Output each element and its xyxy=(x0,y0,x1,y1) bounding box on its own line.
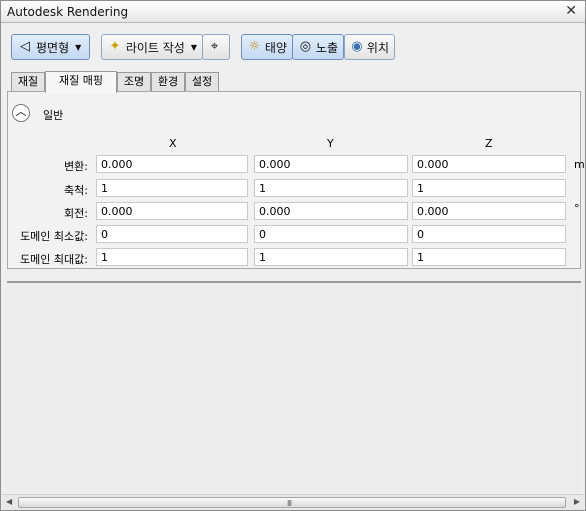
translation-x-field[interactable]: 0.000 xyxy=(96,155,248,173)
domain-min-label: 도메인 최소값: xyxy=(20,230,88,243)
location-button[interactable]: ◉ 위치 xyxy=(344,34,395,60)
translation-label: 변환: xyxy=(64,160,88,173)
scale-label: 축척: xyxy=(64,184,88,197)
tab-environment[interactable]: 환경 xyxy=(151,72,185,92)
rendering-window: Autodesk Rendering ✕ ◁ 평면형 ▼ ✦ 라이트 작성 ▼ … xyxy=(0,0,586,511)
tab-material[interactable]: 재질 xyxy=(11,72,45,92)
plane-label: 평면형 xyxy=(36,40,70,55)
translation-z-field[interactable]: 0.000 xyxy=(412,155,566,173)
globe-icon: ◉ xyxy=(351,39,363,54)
sun-label: 태양 xyxy=(264,40,287,55)
window-title: Autodesk Rendering xyxy=(7,5,129,19)
crosshair-icon: ⌖ xyxy=(210,39,219,54)
scroll-right-icon[interactable]: ▶ xyxy=(574,497,580,506)
scale-x-field[interactable]: 1 xyxy=(96,179,248,197)
empty-content-area xyxy=(7,281,581,493)
rotation-y-field[interactable]: 0.000 xyxy=(254,202,408,220)
sun-icon: ☼ xyxy=(248,39,261,54)
scroll-left-icon[interactable]: ◀ xyxy=(6,497,12,506)
section-title: 일반 xyxy=(43,109,64,122)
title-bar: Autodesk Rendering ✕ xyxy=(1,1,585,23)
column-y-header: Y xyxy=(327,137,334,150)
translation-unit: m xyxy=(574,158,585,171)
domain-max-y-field[interactable]: 1 xyxy=(254,248,408,266)
scrollbar-thumb[interactable]: III xyxy=(18,497,566,508)
horizontal-scrollbar[interactable]: ◀ III ▶ xyxy=(2,494,584,510)
grip-icon: III xyxy=(287,499,292,508)
tab-lighting[interactable]: 조명 xyxy=(117,72,151,92)
lightbulb-icon: ✦ xyxy=(109,39,121,54)
domain-min-y-field[interactable]: 0 xyxy=(254,225,408,243)
column-x-header: X xyxy=(169,137,177,150)
location-label: 위치 xyxy=(366,40,389,55)
tab-settings[interactable]: 설정 xyxy=(185,72,219,92)
tab-material-mapping[interactable]: 재질 매핑 xyxy=(45,71,117,93)
column-z-header: Z xyxy=(485,137,493,150)
translation-y-field[interactable]: 0.000 xyxy=(254,155,408,173)
exposure-icon: ◎ xyxy=(299,39,312,54)
toolbar: ◁ 평면형 ▼ ✦ 라이트 작성 ▼ ⌖ ☼ 태양 ◎ 노출 ◉ 위치 xyxy=(1,24,585,68)
general-panel: ︿ 일반 X Y Z 변환: 0.000 0.000 0.000 m 축척: 1… xyxy=(7,91,585,269)
domain-min-x-field[interactable]: 0 xyxy=(96,225,248,243)
scale-z-field[interactable]: 1 xyxy=(412,179,566,197)
sun-toggle[interactable]: ☼ 태양 xyxy=(241,34,293,60)
exposure-button[interactable]: ◎ 노출 xyxy=(292,34,344,60)
exposure-label: 노출 xyxy=(315,40,338,55)
plane-type-dropdown[interactable]: ◁ 평면형 ▼ xyxy=(11,34,90,60)
domain-max-x-field[interactable]: 1 xyxy=(96,248,248,266)
chevron-down-icon: ▼ xyxy=(190,42,197,52)
create-light-label: 라이트 작성 xyxy=(125,40,185,55)
plane-icon: ◁ xyxy=(20,39,30,54)
rotation-unit: ° xyxy=(574,202,580,215)
domain-min-z-field[interactable]: 0 xyxy=(412,225,566,243)
domain-max-z-field[interactable]: 1 xyxy=(412,248,566,266)
collapse-icon[interactable]: ︿ xyxy=(12,104,30,122)
rotation-label: 회전: xyxy=(64,207,88,220)
domain-max-label: 도메인 최대값: xyxy=(20,253,88,266)
scale-y-field[interactable]: 1 xyxy=(254,179,408,197)
create-light-dropdown[interactable]: ✦ 라이트 작성 ▼ xyxy=(101,34,203,60)
light-target-button[interactable]: ⌖ xyxy=(202,34,230,60)
chevron-down-icon: ▼ xyxy=(75,42,82,52)
close-icon[interactable]: ✕ xyxy=(565,3,577,19)
rotation-z-field[interactable]: 0.000 xyxy=(412,202,566,220)
rotation-x-field[interactable]: 0.000 xyxy=(96,202,248,220)
